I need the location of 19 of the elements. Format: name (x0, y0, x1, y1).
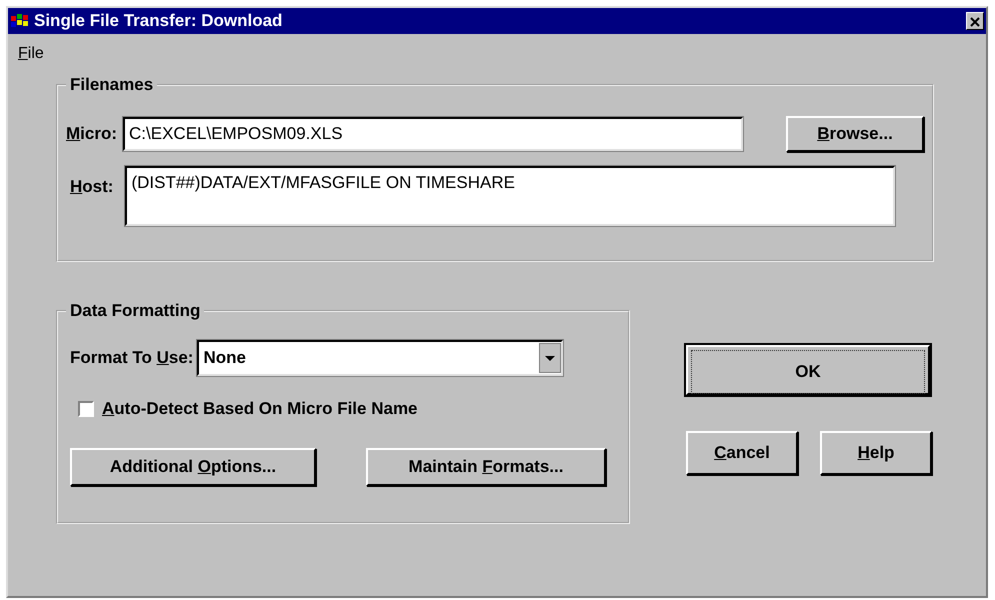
checkbox[interactable] (78, 400, 94, 417)
app-icon (10, 12, 30, 30)
checkbox-label[interactable]: Auto-Detect Based On Micro File Name (102, 396, 418, 422)
menu-item[interactable]: File (18, 42, 44, 64)
micro-field[interactable]: C:\EXCEL\EMPOSM09.XLS (123, 117, 744, 151)
cancel-button[interactable]: Cancel (686, 431, 798, 475)
close-button[interactable] (966, 12, 984, 30)
field-label: Format To Use: (69, 347, 194, 370)
field-label: Host: (69, 176, 114, 198)
additional-options-button[interactable]: Additional Options... (70, 448, 316, 486)
field-label: Micro: (66, 123, 118, 146)
maintain-formats-button[interactable]: Maintain Formats... (366, 448, 606, 486)
host-field[interactable]: (DIST##)DATA/EXT/MFASGFILE ON TIMESHARE (125, 166, 896, 226)
window-title: Single File Transfer: Download (34, 10, 282, 32)
browse-button[interactable]: Browse... (786, 116, 924, 152)
ok-button[interactable]: OK (686, 345, 930, 395)
close-icon (970, 17, 980, 28)
help-button[interactable]: Help (820, 431, 932, 475)
format-dropdown[interactable]: None (197, 340, 564, 376)
